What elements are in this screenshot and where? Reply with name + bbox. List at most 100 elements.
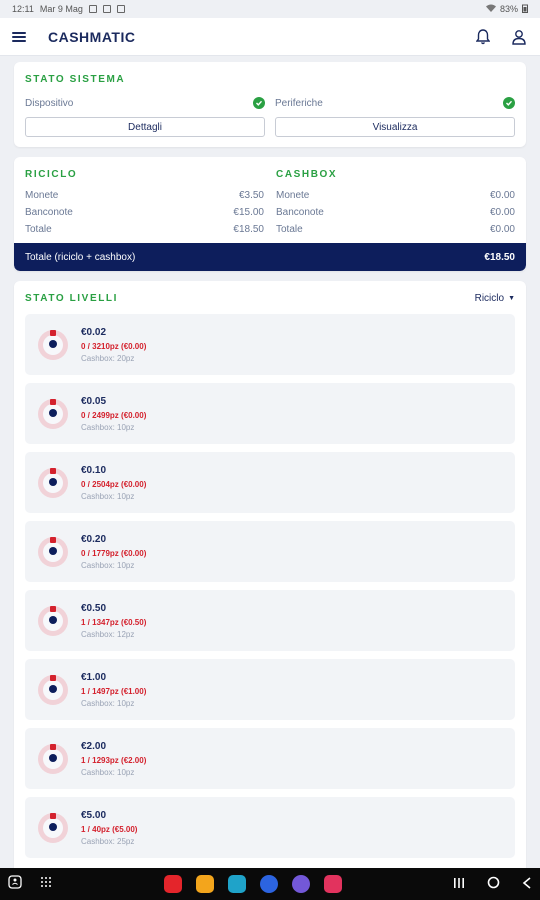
app-bar: CASHMATIC xyxy=(0,18,540,56)
dock-apps xyxy=(163,875,342,893)
battery-icon xyxy=(522,4,528,15)
status-date: Mar 9 Mag xyxy=(39,4,83,14)
coin-denomination: €0.10 xyxy=(81,464,107,476)
gallery-app-icon[interactable] xyxy=(291,875,310,893)
coin-level-row[interactable]: €0.02 0 / 3210pz (€0.00) Cashbox: 20pz xyxy=(25,314,515,375)
levels-filter-dropdown[interactable]: Riciclo ▼ xyxy=(475,293,515,304)
app-logo: CASHMATIC xyxy=(48,28,136,45)
peripherals-label: Periferiche xyxy=(275,97,323,109)
levels-filter-value: Riciclo xyxy=(474,293,505,304)
coin-count: 1 / 1347pz (€0.50) xyxy=(81,617,147,627)
coins-label: Monete xyxy=(25,190,59,201)
notification-icon xyxy=(116,5,125,13)
combined-total-bar: Totale (riciclo + cashbox) €18.50 xyxy=(14,243,526,271)
coin-level-row[interactable]: €0.50 1 / 1347pz (€0.50) Cashbox: 12pz xyxy=(25,590,515,651)
balance-card: RICICLO Monete €3.50 Banconote €15.00 Tota… xyxy=(14,157,526,271)
coin-cashbox-count: Cashbox: 10pz xyxy=(81,698,135,708)
status-time: 12:11 xyxy=(12,4,34,14)
combined-total-value: €18.50 xyxy=(484,251,515,263)
coin-denomination: €0.50 xyxy=(81,602,107,614)
coin-denomination: €5.00 xyxy=(81,809,107,821)
notification-icon xyxy=(88,5,97,13)
total-value: €18.50 xyxy=(233,224,264,235)
caret-down-icon: ▼ xyxy=(508,295,515,302)
total-label: Totale xyxy=(276,224,303,235)
app-drawer-icon[interactable] xyxy=(40,875,52,893)
levels-title: STATO LIVELLI xyxy=(25,293,119,304)
coins-label: Monete xyxy=(276,190,310,201)
levels-card: STATO LIVELLI Riciclo ▼ €0.02 0 / 3210pz… xyxy=(14,281,526,868)
coin-cashbox-count: Cashbox: 20pz xyxy=(81,353,135,363)
coins-value: €0.00 xyxy=(489,190,515,201)
system-status-title: STATO SISTEMA xyxy=(25,74,126,85)
cashbox-column: CASHBOX Monete €0.00 Banconote €0.00 Total… xyxy=(276,169,515,235)
notes-app-icon[interactable] xyxy=(195,875,214,893)
dashboard-content: STATO SISTEMA Dispositivo Dettagli Perif… xyxy=(0,56,540,868)
recycle-title: RICICLO xyxy=(25,169,78,180)
coin-denomination: €0.02 xyxy=(81,326,107,338)
coin-cashbox-count: Cashbox: 10pz xyxy=(81,560,135,570)
coin-cashbox-count: Cashbox: 25pz xyxy=(81,836,135,846)
coin-level-row[interactable]: €0.20 0 / 1779pz (€0.00) Cashbox: 10pz xyxy=(25,521,515,582)
coin-count: 1 / 1293pz (€2.00) xyxy=(81,755,147,765)
coin-level-row[interactable]: €0.10 0 / 2504pz (€0.00) Cashbox: 10pz xyxy=(25,452,515,513)
total-label: Totale xyxy=(25,224,52,235)
coin-denomination: €0.20 xyxy=(81,533,107,545)
user-icon[interactable] xyxy=(510,28,528,46)
device-label: Dispositivo xyxy=(25,97,74,109)
camera-app-icon[interactable] xyxy=(323,875,342,893)
coin-cashbox-count: Cashbox: 10pz xyxy=(81,422,135,432)
view-peripherals-button[interactable]: Visualizza xyxy=(275,117,515,137)
banknotes-value: €0.00 xyxy=(489,207,515,218)
check-icon xyxy=(253,97,265,109)
coin-level-row[interactable]: €1.00 1 / 1497pz (€1.00) Cashbox: 10pz xyxy=(25,659,515,720)
accessibility-icon[interactable] xyxy=(8,874,22,894)
coin-gauge-icon xyxy=(35,534,71,570)
combined-total-label: Totale (riciclo + cashbox) xyxy=(25,251,136,263)
coin-level-row[interactable]: €0.05 0 / 2499pz (€0.00) Cashbox: 10pz xyxy=(25,383,515,444)
calendar-app-icon[interactable] xyxy=(227,875,246,893)
messages-app-icon[interactable] xyxy=(259,875,278,893)
coin-count: 0 / 1779pz (€0.00) xyxy=(81,548,147,558)
coin-gauge-icon xyxy=(35,465,71,501)
system-nav-bar xyxy=(0,868,540,900)
banknotes-label: Banconote xyxy=(25,207,73,218)
cashbox-title: CASHBOX xyxy=(276,169,338,180)
coin-count: 1 / 40pz (€5.00) xyxy=(81,824,138,834)
coin-gauge-icon xyxy=(35,603,71,639)
system-status-card: STATO SISTEMA Dispositivo Dettagli Perif… xyxy=(14,62,526,147)
bell-icon[interactable] xyxy=(474,28,492,46)
battery-level: 83% xyxy=(499,4,518,14)
total-value: €0.00 xyxy=(489,224,515,235)
coin-gauge-icon xyxy=(35,396,71,432)
coin-level-row[interactable]: €5.00 1 / 40pz (€5.00) Cashbox: 25pz xyxy=(25,797,515,858)
status-bar: 12:11 Mar 9 Mag 83% xyxy=(0,0,540,18)
recycle-column: RICICLO Monete €3.50 Banconote €15.00 Tota… xyxy=(25,169,264,235)
coin-level-row[interactable]: €2.00 1 / 1293pz (€2.00) Cashbox: 10pz xyxy=(25,728,515,789)
coin-level-list: €0.02 0 / 3210pz (€0.00) Cashbox: 20pz €… xyxy=(25,314,515,858)
coin-gauge-icon xyxy=(35,672,71,708)
coin-denomination: €1.00 xyxy=(81,671,107,683)
back-icon[interactable] xyxy=(522,876,532,892)
details-button[interactable]: Dettagli xyxy=(25,117,265,137)
banknotes-label: Banconote xyxy=(276,207,324,218)
wifi-icon xyxy=(485,4,496,14)
coins-value: €3.50 xyxy=(238,190,264,201)
notification-icon xyxy=(102,5,111,13)
banknotes-value: €15.00 xyxy=(233,207,264,218)
check-icon xyxy=(503,97,515,109)
coin-count: 1 / 1497pz (€1.00) xyxy=(81,686,147,696)
recents-icon[interactable] xyxy=(453,877,465,892)
coin-gauge-icon xyxy=(35,741,71,777)
flipboard-app-icon[interactable] xyxy=(163,875,182,893)
coin-gauge-icon xyxy=(35,810,71,846)
coin-denomination: €2.00 xyxy=(81,740,107,752)
coin-count: 0 / 2499pz (€0.00) xyxy=(81,410,147,420)
coin-cashbox-count: Cashbox: 10pz xyxy=(81,491,135,501)
menu-icon[interactable] xyxy=(12,31,26,42)
coin-gauge-icon xyxy=(35,327,71,363)
coin-cashbox-count: Cashbox: 10pz xyxy=(81,767,135,777)
coin-count: 0 / 2504pz (€0.00) xyxy=(81,479,147,489)
home-icon[interactable] xyxy=(487,876,500,892)
coin-count: 0 / 3210pz (€0.00) xyxy=(81,341,147,351)
